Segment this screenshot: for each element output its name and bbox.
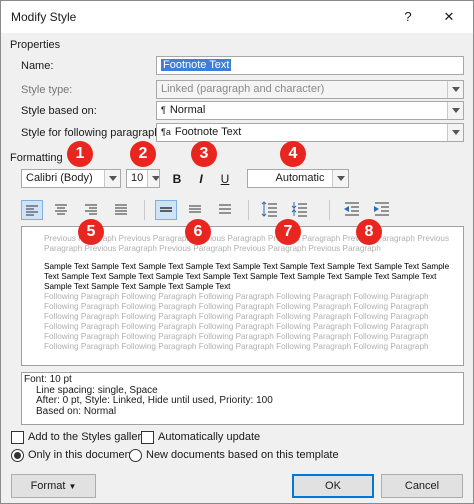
decrease-indent-icon xyxy=(344,202,359,216)
following-paragraph-line: Following Paragraph Following Paragraph … xyxy=(44,332,429,341)
chevron-down-icon xyxy=(147,170,159,187)
font-size-select[interactable]: 10 xyxy=(126,169,160,188)
following-paragraph-label: Style for following paragraph: xyxy=(21,127,164,139)
annotation-badge-1: 1 xyxy=(67,141,93,167)
dropdown-arrow-icon: ▼ xyxy=(68,482,77,491)
only-this-document-radio[interactable] xyxy=(11,449,24,462)
chevron-down-icon xyxy=(447,124,463,141)
following-paragraph-line: Following Paragraph Following Paragraph … xyxy=(44,292,429,301)
justify-button[interactable] xyxy=(111,200,133,220)
previous-paragraph-line: Previous Paragraph Previous Paragraph Pr… xyxy=(44,234,450,243)
increase-spacing-icon xyxy=(261,201,277,217)
description-line: After: 0 pt, Style: Linked, Hide until u… xyxy=(36,395,273,406)
following-paragraph-line: Following Paragraph Following Paragraph … xyxy=(44,322,429,331)
sample-text-line: Sample Text Sample Text Sample Text Samp… xyxy=(44,262,450,271)
align-center-button[interactable] xyxy=(51,200,73,220)
ok-button[interactable]: OK xyxy=(292,474,374,498)
close-button[interactable]: ✕ xyxy=(435,7,463,27)
separator xyxy=(329,200,330,220)
new-documents-radio[interactable] xyxy=(129,449,142,462)
dialog-title: Modify Style xyxy=(11,10,77,24)
following-paragraph-select[interactable]: ¶a Footnote Text xyxy=(156,123,464,142)
single-spacing-icon xyxy=(160,207,172,212)
format-button[interactable]: Format ▼ xyxy=(11,474,96,498)
align-right-icon xyxy=(85,204,97,215)
chevron-down-icon xyxy=(104,170,120,187)
increase-indent-button[interactable] xyxy=(371,200,393,220)
modify-style-dialog: Modify Style ? ✕ Properties Name: Footno… xyxy=(0,0,474,504)
style-type-select[interactable]: Linked (paragraph and character) xyxy=(156,80,464,99)
align-left-icon xyxy=(26,205,38,216)
sample-text-line: Text Sample Text Sample Text Sample Text… xyxy=(44,272,437,281)
formatting-section-label: Formatting xyxy=(10,152,63,164)
title-bar: Modify Style ? ✕ xyxy=(1,1,473,33)
based-on-select[interactable]: ¶ Normal xyxy=(156,101,464,120)
auto-update-checkbox[interactable] xyxy=(141,431,154,444)
sample-text-line: Sample Text Sample Text Sample Text Samp… xyxy=(44,282,231,291)
add-to-gallery-checkbox[interactable] xyxy=(11,431,24,444)
chevron-down-icon xyxy=(332,170,348,187)
based-on-value: Normal xyxy=(169,104,206,116)
align-left-button[interactable] xyxy=(21,200,43,220)
double-spacing-icon xyxy=(219,204,231,214)
font-size-value: 10 xyxy=(131,172,144,184)
annotation-badge-2: 2 xyxy=(130,141,156,167)
align-center-icon xyxy=(55,204,67,215)
annotation-badge-6: 6 xyxy=(185,219,211,245)
description-line: Based on: Normal xyxy=(36,405,117,417)
style-description: Font: 10 pt Line spacing: single, Space … xyxy=(21,372,464,425)
bold-button[interactable]: B xyxy=(167,169,187,189)
annotation-badge-4: 4 xyxy=(280,141,306,167)
style-preview: Previous Paragraph Previous Paragraph Pr… xyxy=(21,226,464,366)
style-type-label: Style type: xyxy=(21,84,73,96)
one-half-spacing-icon xyxy=(189,205,201,213)
chevron-down-icon xyxy=(447,102,463,119)
chevron-down-icon xyxy=(447,81,463,98)
annotation-badge-3: 3 xyxy=(191,141,217,167)
underline-button[interactable]: U xyxy=(215,169,235,189)
italic-button[interactable]: I xyxy=(191,169,211,189)
decrease-spacing-before-button[interactable] xyxy=(289,200,311,220)
font-select[interactable]: Calibri (Body) xyxy=(21,169,121,188)
font-color-value: Automatic xyxy=(275,172,325,184)
font-color-select[interactable]: Automatic xyxy=(247,169,349,188)
based-on-label: Style based on: xyxy=(21,105,97,117)
name-value: Footnote Text xyxy=(161,59,232,71)
following-value: Footnote Text xyxy=(174,126,242,138)
previous-paragraph-line: Paragraph Previous Paragraph Previous Pa… xyxy=(44,244,381,253)
single-spacing-button[interactable] xyxy=(155,200,177,220)
justify-icon xyxy=(115,204,127,215)
decrease-indent-button[interactable] xyxy=(341,200,363,220)
name-label: Name: xyxy=(21,60,54,72)
paragraph-style-icon: ¶ xyxy=(161,105,166,115)
align-right-button[interactable] xyxy=(81,200,103,220)
properties-section-label: Properties xyxy=(10,39,61,51)
only-this-document-label: Only in this document xyxy=(28,449,134,461)
decrease-spacing-icon xyxy=(291,202,307,217)
add-to-gallery-label: Add to the Styles gallery xyxy=(28,431,147,443)
annotation-badge-7: 7 xyxy=(275,219,301,245)
description-line: Font: 10 pt xyxy=(24,374,72,385)
linked-style-icon: ¶a xyxy=(161,127,171,137)
font-value: Calibri (Body) xyxy=(26,172,93,184)
help-button[interactable]: ? xyxy=(394,7,422,27)
format-button-label: Format xyxy=(30,480,66,492)
name-input[interactable]: Footnote Text xyxy=(156,56,464,75)
cancel-button[interactable]: Cancel xyxy=(381,474,463,498)
auto-update-label: Automatically update xyxy=(158,431,261,443)
annotation-badge-8: 8 xyxy=(356,219,382,245)
following-paragraph-line: Following Paragraph Following Paragraph … xyxy=(44,342,429,351)
double-spacing-button[interactable] xyxy=(215,200,237,220)
increase-spacing-before-button[interactable] xyxy=(259,200,281,220)
annotation-badge-5: 5 xyxy=(78,219,104,245)
separator xyxy=(144,200,145,220)
following-paragraph-line: Following Paragraph Following Paragraph … xyxy=(44,302,429,311)
increase-indent-icon xyxy=(374,202,389,216)
separator xyxy=(248,200,249,220)
new-documents-label: New documents based on this template xyxy=(146,449,339,461)
one-half-spacing-button[interactable] xyxy=(185,200,207,220)
following-paragraph-line: Following Paragraph Following Paragraph … xyxy=(44,312,429,321)
style-type-value: Linked (paragraph and character) xyxy=(161,83,325,95)
